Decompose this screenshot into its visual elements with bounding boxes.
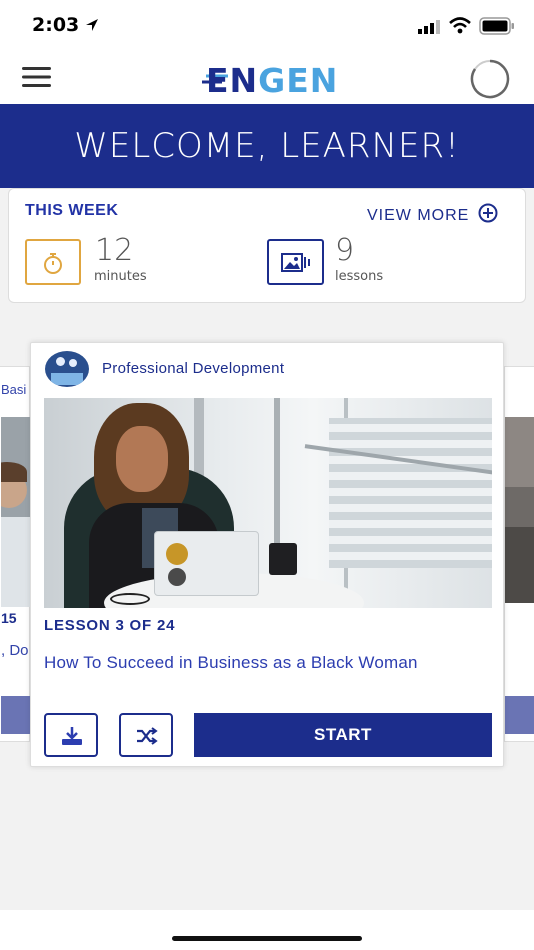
- home-indicator[interactable]: [172, 936, 362, 941]
- minutes-value: 12: [95, 233, 134, 268]
- app-header: ENGEN: [0, 52, 534, 104]
- profile-progress-ring-icon[interactable]: [469, 58, 511, 100]
- image-gallery-icon: [281, 253, 310, 272]
- bottom-safe-area: [0, 910, 534, 950]
- location-arrow-icon: [86, 19, 98, 31]
- signal-icon: [418, 20, 440, 34]
- start-button[interactable]: START: [194, 713, 492, 757]
- download-icon: [62, 727, 82, 745]
- view-more-button[interactable]: VIEW MORE: [367, 200, 498, 224]
- category-avatar: [45, 351, 89, 387]
- shuffle-icon: [137, 727, 158, 745]
- welcome-banner: WELCOME, LEARNER!: [0, 104, 534, 188]
- previous-card-lesson-number: 15: [1, 610, 17, 626]
- stopwatch-icon: [44, 253, 62, 274]
- timer-badge: [25, 239, 81, 285]
- next-lesson-card[interactable]: [504, 366, 534, 742]
- card-category: Professional Development: [102, 360, 285, 377]
- lessons-unit: lessons: [335, 269, 384, 284]
- status-time: 2:03: [32, 14, 80, 36]
- battery-icon: [479, 17, 514, 35]
- shuffle-button[interactable]: [119, 713, 173, 757]
- download-button[interactable]: [44, 713, 98, 757]
- plus-circle-icon: [478, 203, 498, 223]
- lessons-value: 9: [335, 233, 355, 268]
- logo-text: ENGEN: [206, 61, 339, 100]
- previous-lesson-card[interactable]: Basi 15 , Do: [0, 366, 31, 742]
- engen-logo: ENGEN: [200, 58, 340, 100]
- lesson-title[interactable]: How To Succeed in Business as a Black Wo…: [44, 653, 418, 673]
- wifi-icon: [449, 17, 471, 34]
- previous-card-category: Basi: [1, 382, 27, 397]
- next-card-image: [505, 417, 534, 603]
- this-week-card: THIS WEEK VIEW MORE 12 minutes 9 lessons: [8, 188, 526, 303]
- previous-card-start-button[interactable]: [1, 696, 31, 734]
- previous-card-image: [1, 417, 31, 607]
- previous-card-title: , Do: [1, 642, 29, 659]
- status-bar: 2:03: [0, 0, 534, 52]
- lesson-thumbnail-image: [44, 398, 492, 608]
- minutes-unit: minutes: [94, 269, 147, 284]
- view-more-label: VIEW MORE: [367, 207, 470, 224]
- lesson-progress: LESSON 3 OF 24: [44, 617, 176, 634]
- lesson-card[interactable]: Professional Development LESSON 3 OF 24 …: [30, 342, 504, 767]
- hamburger-menu-icon[interactable]: [22, 66, 52, 88]
- next-card-start-button[interactable]: [505, 696, 534, 734]
- this-week-label: THIS WEEK: [25, 202, 119, 219]
- lessons-badge: [267, 239, 324, 285]
